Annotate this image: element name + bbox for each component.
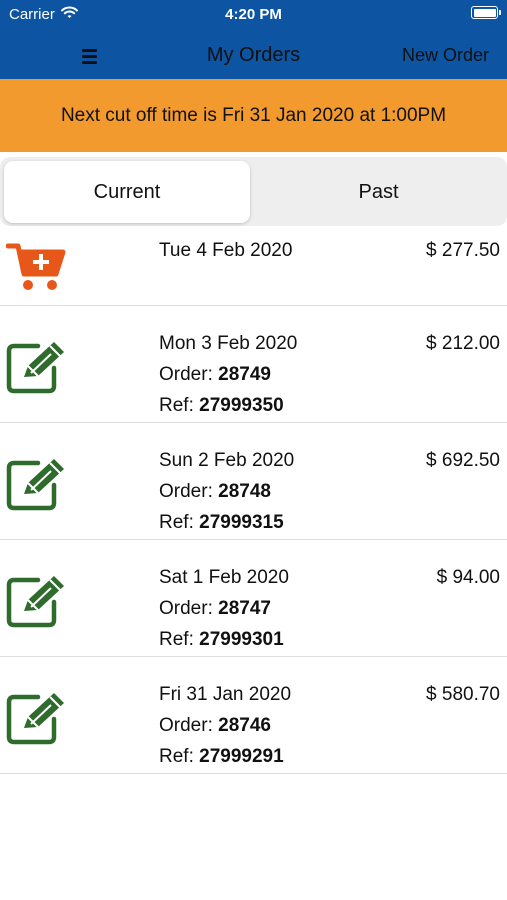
order-amount: $ 94.00 [436, 567, 500, 588]
order-ref: 27999301 [199, 629, 284, 650]
order-number: 28748 [218, 481, 271, 502]
order-ref: 27999291 [199, 746, 284, 767]
order-amount: $ 277.50 [426, 240, 500, 261]
order-row[interactable]: Fri 31 Jan 2020 Order: 28746 Ref: 279992… [0, 657, 507, 774]
order-number: 28749 [218, 364, 271, 385]
order-row-new[interactable]: Tue 4 Feb 2020 $ 277.50 [0, 226, 507, 306]
order-number-line: Order: 28748 [159, 481, 271, 502]
status-time: 4:20 PM [225, 6, 282, 23]
order-number: 28747 [218, 598, 271, 619]
order-row[interactable]: Sat 1 Feb 2020 Order: 28747 Ref: 2799930… [0, 540, 507, 657]
order-date: Fri 31 Jan 2020 [159, 684, 292, 705]
order-date: Tue 4 Feb 2020 [159, 240, 293, 261]
order-date: Mon 3 Feb 2020 [159, 333, 298, 354]
order-details: Mon 3 Feb 2020 Order: 28749 Ref: 2799935… [159, 328, 297, 421]
order-ref-line: Ref: 27999315 [159, 512, 284, 533]
edit-icon [6, 342, 70, 399]
status-bar: Carrier 4:20 PM [0, 0, 507, 30]
order-number-line: Order: 28747 [159, 598, 271, 619]
order-ref-line: Ref: 27999291 [159, 746, 284, 767]
battery-icon [471, 6, 501, 19]
order-ref-line: Ref: 27999350 [159, 395, 284, 416]
edit-icon [6, 459, 70, 516]
order-date: Sat 1 Feb 2020 [159, 567, 289, 588]
edit-icon [6, 693, 70, 750]
order-number: 28746 [218, 715, 271, 736]
order-ref: 27999315 [199, 512, 284, 533]
orders-segmented-control: Current Past [0, 157, 507, 226]
order-details: Sun 2 Feb 2020 Order: 28748 Ref: 2799931… [159, 445, 294, 538]
order-date: Sun 2 Feb 2020 [159, 450, 295, 471]
cutoff-banner: Next cut off time is Fri 31 Jan 2020 at … [0, 79, 507, 152]
order-ref: 27999350 [199, 395, 284, 416]
order-amount: $ 692.50 [426, 450, 500, 471]
cutoff-text: Next cut off time is Fri 31 Jan 2020 at … [60, 104, 447, 126]
header: Carrier 4:20 PM My Orders New Order [0, 0, 507, 79]
order-row[interactable]: Sun 2 Feb 2020 Order: 28748 Ref: 2799931… [0, 423, 507, 540]
tab-current[interactable]: Current [4, 161, 250, 223]
order-details: Fri 31 Jan 2020 Order: 28746 Ref: 279992… [159, 679, 291, 772]
order-amount: $ 212.00 [426, 333, 500, 354]
new-order-button[interactable]: New Order [402, 45, 489, 66]
order-details: Sat 1 Feb 2020 Order: 28747 Ref: 2799930… [159, 562, 289, 655]
order-number-line: Order: 28746 [159, 715, 271, 736]
order-ref-line: Ref: 27999301 [159, 629, 284, 650]
order-amount: $ 580.70 [426, 684, 500, 705]
tab-past[interactable]: Past [254, 161, 503, 223]
edit-icon [6, 576, 70, 633]
order-row[interactable]: Mon 3 Feb 2020 Order: 28749 Ref: 2799935… [0, 306, 507, 423]
cart-add-icon [5, 240, 66, 299]
order-number-line: Order: 28749 [159, 364, 271, 385]
nav-bar: My Orders New Order [0, 30, 507, 79]
